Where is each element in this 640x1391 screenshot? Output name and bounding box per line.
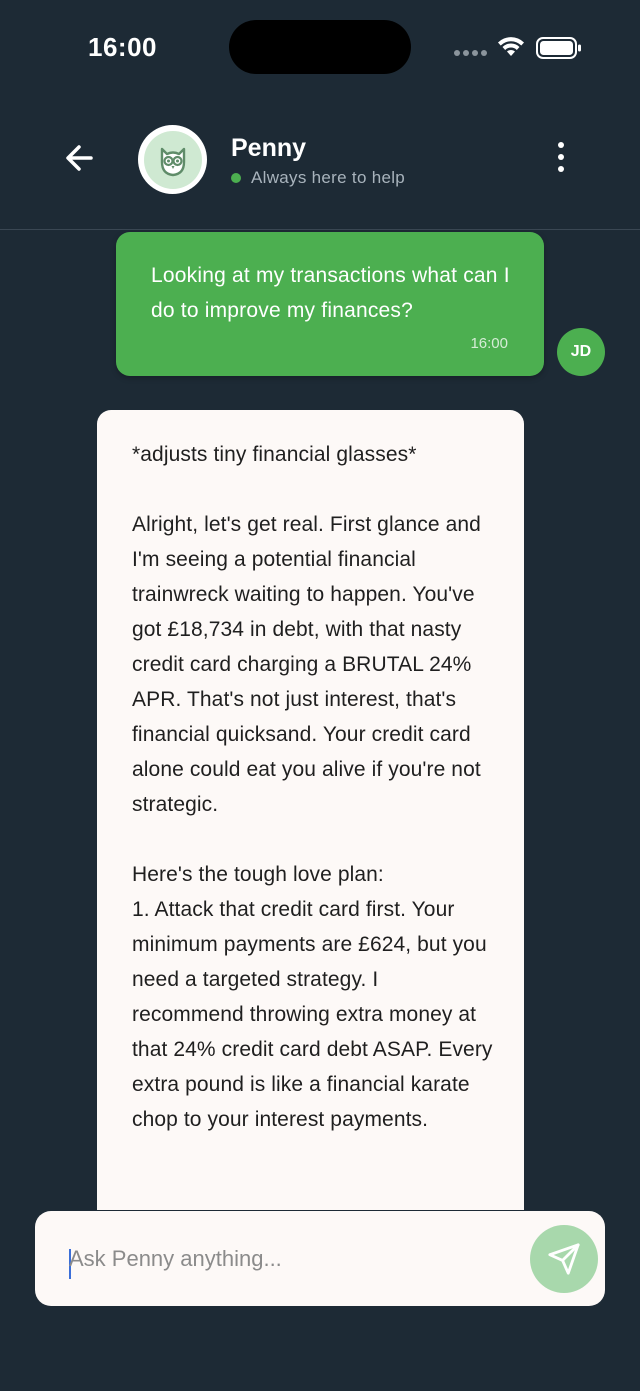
cellular-signal-icon: [454, 50, 488, 58]
wifi-icon: [498, 37, 524, 56]
contact-status: Always here to help: [231, 168, 405, 188]
message-composer: [35, 1211, 605, 1306]
status-bar: 16:00: [0, 0, 640, 94]
status-time: 16:00: [88, 32, 157, 62]
user-message-bubble: Looking at my transactions what can I do…: [116, 232, 544, 376]
penny-message-bubble: *adjusts tiny financial glasses* Alright…: [97, 410, 524, 1210]
penny-avatar[interactable]: [138, 125, 207, 194]
battery-icon: [536, 37, 581, 59]
message-timestamp: 16:00: [470, 335, 508, 352]
send-icon: [548, 1243, 580, 1275]
send-button[interactable]: [530, 1225, 598, 1293]
contact-name: Penny: [231, 134, 307, 162]
back-arrow-icon[interactable]: [60, 138, 100, 178]
user-avatar: JD: [557, 328, 605, 376]
dynamic-island: [229, 20, 411, 74]
online-status-dot: [231, 173, 241, 183]
owl-icon: [160, 147, 185, 176]
penny-message-text: *adjusts tiny financial glasses* Alright…: [132, 443, 493, 1131]
chat-header: Penny Always here to help: [0, 94, 640, 230]
user-message-text: Looking at my transactions what can I do…: [151, 264, 510, 322]
message-input[interactable]: [69, 1237, 519, 1281]
status-text: Always here to help: [251, 168, 406, 187]
more-options-icon[interactable]: [548, 142, 574, 178]
